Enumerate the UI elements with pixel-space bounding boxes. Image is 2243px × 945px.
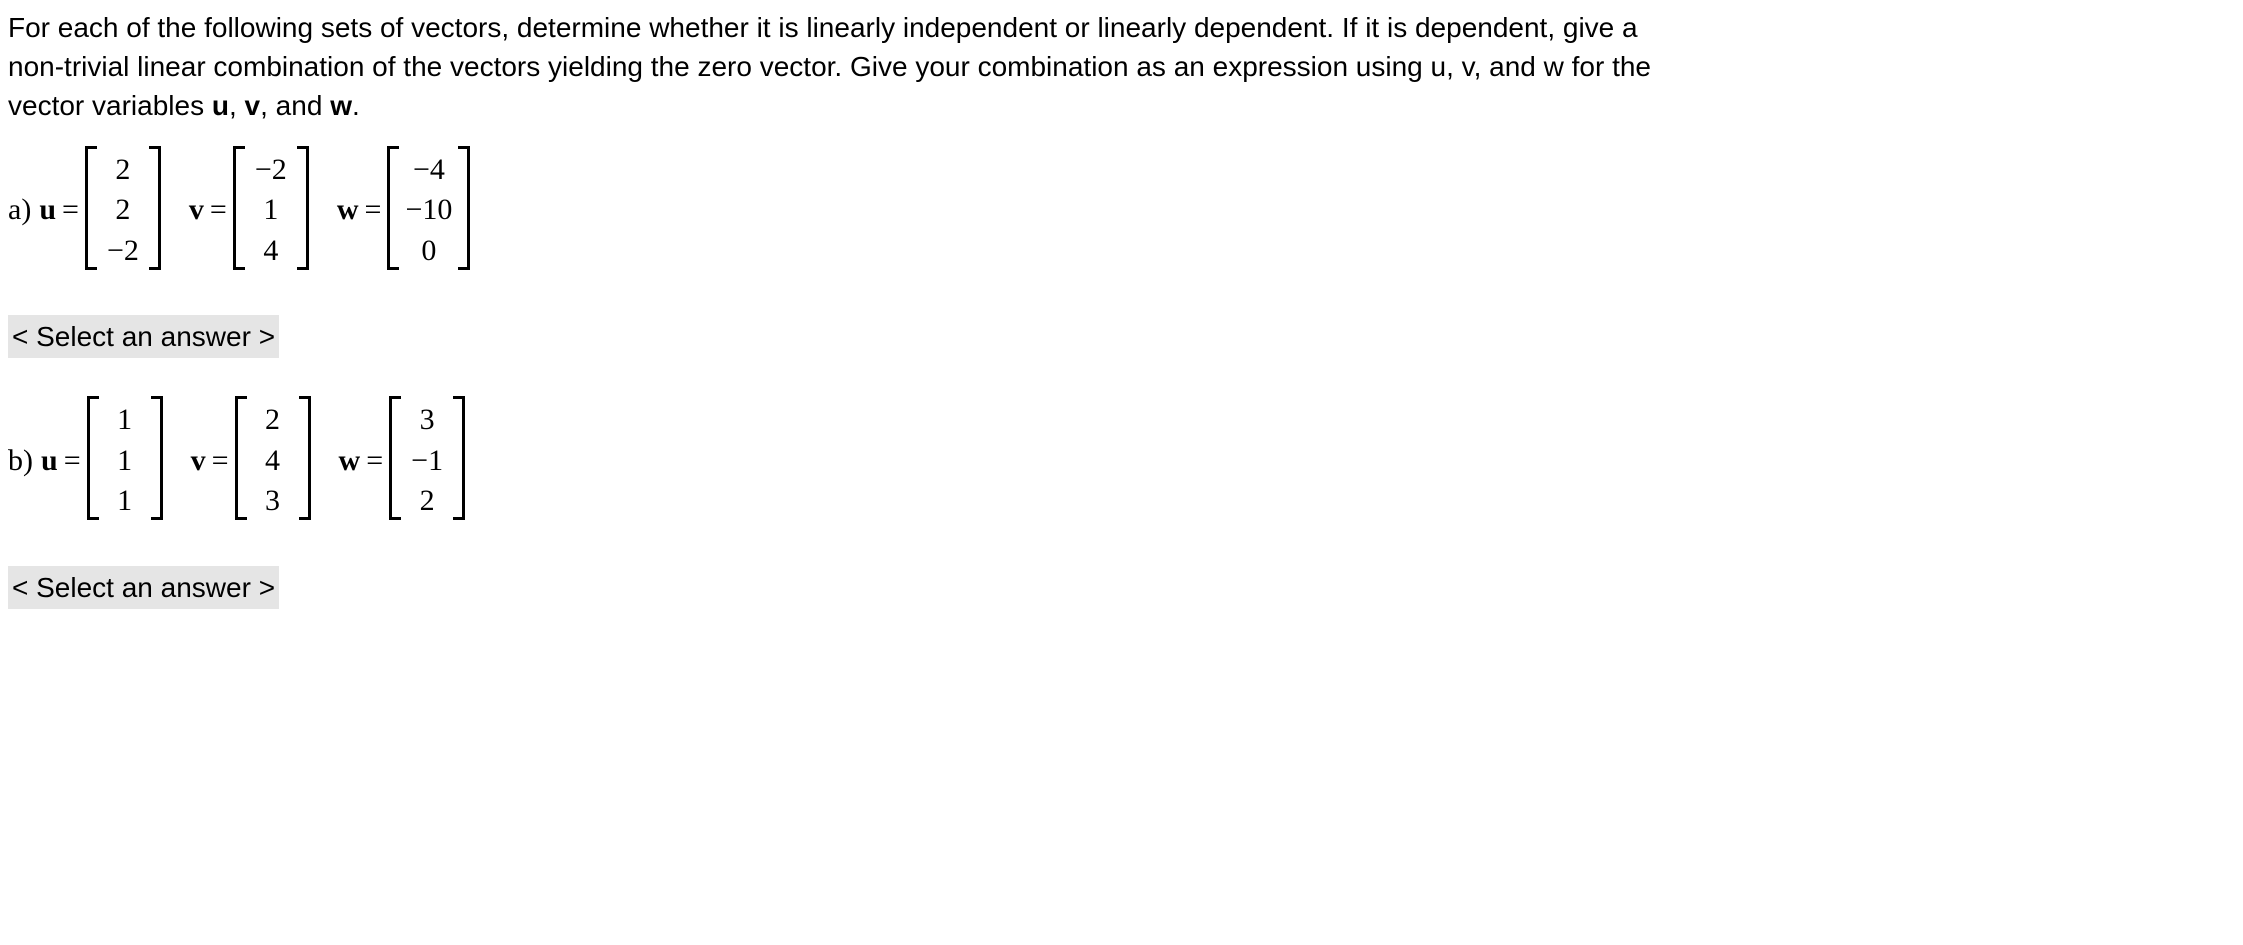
matrix-cell: −2 bbox=[103, 231, 143, 272]
instructions-var-v: v bbox=[245, 90, 261, 121]
bracket-left-icon bbox=[233, 146, 245, 270]
problem-b-vectors: b) u = 1 1 1 v = 2 4 3 w = bbox=[8, 396, 2235, 526]
matrix-cell: 1 bbox=[105, 441, 145, 482]
matrix-cell: 2 bbox=[253, 400, 293, 441]
equals-sign: = bbox=[62, 189, 79, 231]
problem-b-select-answer[interactable]: < Select an answer > bbox=[8, 566, 279, 609]
matrix-cell: 2 bbox=[407, 481, 447, 522]
problem-b-w-symbol: w bbox=[339, 440, 361, 482]
equals-sign: = bbox=[366, 440, 383, 482]
equals-sign: = bbox=[212, 440, 229, 482]
problem-b-v-matrix: 2 4 3 bbox=[235, 396, 311, 526]
problem-a: a) u = 2 2 −2 v = −2 1 4 w = bbox=[8, 146, 2235, 359]
problem-b: b) u = 1 1 1 v = 2 4 3 w = bbox=[8, 396, 2235, 609]
matrix-cell: 0 bbox=[405, 231, 452, 272]
bracket-right-icon bbox=[458, 146, 470, 270]
matrix-cell: 2 bbox=[103, 190, 143, 231]
matrix-cell: 4 bbox=[251, 231, 291, 272]
equals-sign: = bbox=[365, 189, 382, 231]
matrix-cell: 1 bbox=[105, 481, 145, 522]
matrix-cell: 3 bbox=[253, 481, 293, 522]
problem-b-w-matrix: 3 −1 2 bbox=[389, 396, 465, 526]
matrix-cell: −10 bbox=[405, 190, 452, 231]
matrix-cell: 1 bbox=[105, 400, 145, 441]
bracket-left-icon bbox=[87, 396, 99, 520]
instructions-line3-part1: vector variables bbox=[8, 90, 212, 121]
bracket-right-icon bbox=[297, 146, 309, 270]
bracket-left-icon bbox=[387, 146, 399, 270]
problem-a-select-answer[interactable]: < Select an answer > bbox=[8, 315, 279, 358]
bracket-left-icon bbox=[85, 146, 97, 270]
equals-sign: = bbox=[210, 189, 227, 231]
problem-a-u-matrix: 2 2 −2 bbox=[85, 146, 161, 276]
problem-b-u-symbol: u bbox=[41, 440, 58, 482]
bracket-left-icon bbox=[235, 396, 247, 520]
instructions-period: . bbox=[352, 90, 360, 121]
problem-a-u-symbol: u bbox=[39, 189, 56, 231]
matrix-cell: −4 bbox=[405, 150, 452, 191]
problem-a-label: a) bbox=[8, 189, 31, 231]
problem-a-v-symbol: v bbox=[189, 189, 204, 231]
matrix-cell: −1 bbox=[407, 441, 447, 482]
bracket-left-icon bbox=[389, 396, 401, 520]
problem-a-v-matrix: −2 1 4 bbox=[233, 146, 309, 276]
matrix-cell: 2 bbox=[103, 150, 143, 191]
problem-a-w-matrix: −4 −10 0 bbox=[387, 146, 470, 276]
instructions-line2: non-trivial linear combination of the ve… bbox=[8, 51, 1651, 82]
instructions-var-u: u bbox=[212, 90, 229, 121]
matrix-cell: 1 bbox=[251, 190, 291, 231]
bracket-right-icon bbox=[149, 146, 161, 270]
problem-b-label: b) bbox=[8, 440, 33, 482]
bracket-right-icon bbox=[299, 396, 311, 520]
bracket-right-icon bbox=[151, 396, 163, 520]
instructions-comma1: , bbox=[229, 90, 245, 121]
bracket-right-icon bbox=[453, 396, 465, 520]
instructions-comma2: , and bbox=[260, 90, 330, 121]
equals-sign: = bbox=[64, 440, 81, 482]
matrix-cell: −2 bbox=[251, 150, 291, 191]
matrix-cell: 3 bbox=[407, 400, 447, 441]
problem-b-v-symbol: v bbox=[191, 440, 206, 482]
matrix-cell: 4 bbox=[253, 441, 293, 482]
instructions-text: For each of the following sets of vector… bbox=[8, 8, 2235, 126]
problem-b-u-matrix: 1 1 1 bbox=[87, 396, 163, 526]
problem-a-vectors: a) u = 2 2 −2 v = −2 1 4 w = bbox=[8, 146, 2235, 276]
problem-a-w-symbol: w bbox=[337, 189, 359, 231]
instructions-var-w: w bbox=[330, 90, 352, 121]
instructions-line1: For each of the following sets of vector… bbox=[8, 12, 1638, 43]
